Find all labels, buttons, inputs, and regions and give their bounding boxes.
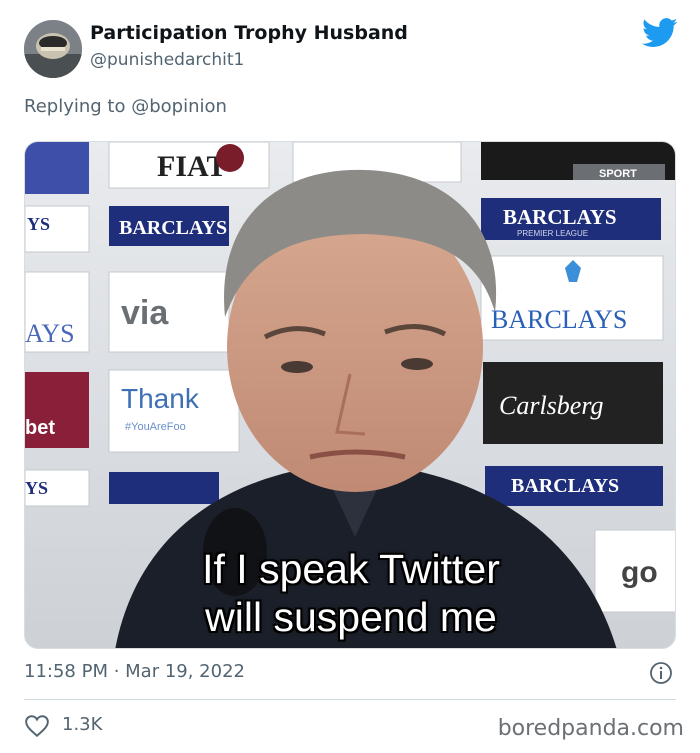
sponsor-barclays-1: BARCLAYS: [119, 217, 227, 239]
sponsor-barclays-3: BARCLAYS: [491, 305, 627, 334]
sponsor-bet: bet: [25, 417, 55, 439]
sponsor-fiat: FIAT: [157, 150, 226, 183]
author-handle[interactable]: @punishedarchit1: [90, 50, 244, 70]
boredpanda-watermark: boredpanda.com: [497, 716, 684, 741]
twitter-bird-icon[interactable]: [642, 18, 678, 48]
author-name[interactable]: Participation Trophy Husband: [90, 22, 408, 44]
like-count[interactable]: 1.3K: [62, 714, 102, 735]
sponsor-ays: AYS: [25, 319, 75, 348]
author-avatar[interactable]: [24, 20, 82, 78]
meme-caption-line-2: will suspend me: [205, 594, 497, 640]
tweet-timestamp[interactable]: 11:58 PM · Mar 19, 2022: [24, 661, 245, 682]
tweet-media[interactable]: FIAT SPORT YS BARCLAYS BARCLAYS PREMIER …: [24, 141, 676, 649]
sponsor-hashtag: #YouAreFoo: [125, 421, 186, 433]
sponsor-barclays-2: BARCLAYS: [503, 205, 617, 229]
sponsor-ys-1: YS: [27, 214, 50, 234]
sponsor-via: via: [121, 294, 169, 332]
sponsor-barclays-4: BARCLAYS: [511, 475, 619, 497]
info-icon[interactable]: [649, 661, 673, 685]
sponsor-premier-league: PREMIER LEAGUE: [517, 229, 588, 238]
sponsor-ys-2: YS: [25, 478, 48, 498]
sponsor-carlsberg: Carlsberg: [499, 391, 604, 420]
replying-to-label[interactable]: Replying to @bopinion: [24, 96, 227, 117]
footer-divider: [24, 699, 676, 700]
heart-icon[interactable]: [24, 714, 50, 738]
sponsor-sky-sport: SPORT: [599, 168, 637, 180]
meme-caption-line-1: If I speak Twitter: [202, 546, 500, 592]
avatar-image: [24, 20, 82, 78]
sponsor-thank: Thank: [121, 383, 200, 414]
